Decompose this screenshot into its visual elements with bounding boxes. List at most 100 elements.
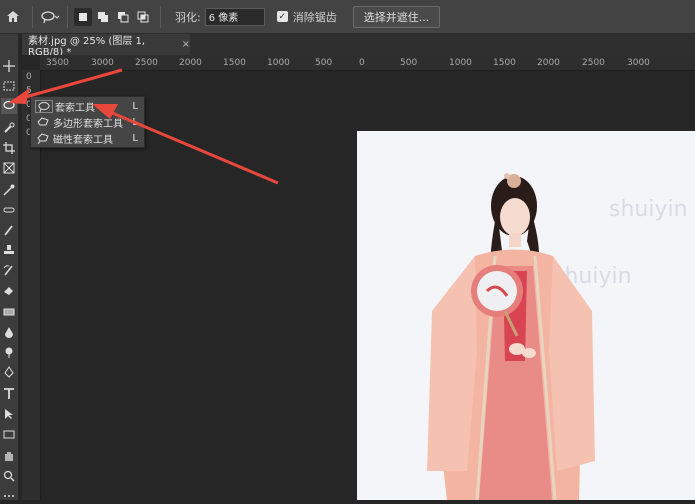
eyedropper-icon bbox=[3, 184, 15, 196]
ruler-label: 2500 bbox=[135, 58, 158, 68]
ruler-label: 500 bbox=[400, 58, 418, 68]
woman-in-hanfu-photo bbox=[427, 173, 595, 500]
blur-tool[interactable] bbox=[1, 324, 17, 340]
ruler-label: 2000 bbox=[179, 58, 202, 68]
feather-label: 羽化: bbox=[175, 10, 201, 24]
shortcut-label: L bbox=[132, 132, 138, 144]
rectangle-tool[interactable] bbox=[1, 426, 17, 442]
ruler-label: 5 bbox=[26, 86, 32, 96]
frame-tool[interactable] bbox=[1, 160, 17, 176]
horizontal-ruler: 3500 3000 2500 2000 1500 1000 500 0 500 … bbox=[40, 55, 695, 71]
flyout-item-lasso[interactable]: 套索工具 L bbox=[31, 98, 144, 114]
crop-icon bbox=[3, 142, 15, 154]
brush-select-icon bbox=[4, 122, 15, 133]
subtract-selection-icon bbox=[118, 11, 129, 22]
ruler-label: 1000 bbox=[267, 58, 290, 68]
hand-icon bbox=[5, 452, 13, 461]
add-selection-icon bbox=[98, 11, 108, 22]
lasso-icon bbox=[41, 10, 60, 23]
move-tool[interactable] bbox=[1, 58, 17, 74]
flyout-item-label: 套索工具 bbox=[55, 102, 95, 114]
new-selection-icon bbox=[79, 12, 87, 21]
ruler-label: 3500 bbox=[46, 58, 69, 68]
type-icon bbox=[4, 388, 14, 399]
tool-preset-picker[interactable] bbox=[39, 6, 61, 28]
lasso-tool[interactable] bbox=[1, 98, 17, 114]
pen-icon bbox=[4, 366, 14, 378]
add-to-selection-button[interactable] bbox=[94, 8, 112, 26]
ruler-label: 3000 bbox=[91, 58, 114, 68]
options-bar: 羽化: 6 像素 ✓ 消除锯齿 选择并遮住... bbox=[0, 0, 695, 34]
intersect-selection-button[interactable] bbox=[134, 8, 152, 26]
document-tab-bar: 素材.jpg @ 25% (图层 1, RGB/8) * × bbox=[22, 34, 695, 58]
document-tab-title: 素材.jpg @ 25% (图层 1, RGB/8) * bbox=[28, 35, 146, 58]
tools-panel bbox=[0, 34, 19, 500]
gradient-icon bbox=[3, 308, 15, 316]
ruler-label: 0 bbox=[359, 58, 365, 68]
brush-tool[interactable] bbox=[1, 222, 17, 238]
ruler-label: 2000 bbox=[537, 58, 560, 68]
shortcut-label: L bbox=[132, 100, 138, 112]
antialias-checkbox[interactable]: ✓ bbox=[276, 11, 288, 22]
hand-tool[interactable] bbox=[1, 448, 17, 464]
arrow-select-icon bbox=[5, 409, 13, 419]
ruler-label: 1500 bbox=[223, 58, 246, 68]
magnetic-lasso-icon bbox=[35, 132, 51, 144]
history-brush-icon bbox=[3, 265, 13, 276]
select-and-mask-button[interactable]: 选择并遮住... bbox=[352, 5, 441, 28]
move-icon bbox=[3, 60, 15, 72]
healing-brush-tool[interactable] bbox=[1, 202, 17, 218]
new-selection-button[interactable] bbox=[74, 7, 92, 26]
bandage-icon bbox=[3, 207, 15, 213]
zoom-icon bbox=[3, 470, 15, 482]
crop-tool[interactable] bbox=[1, 140, 17, 156]
drop-icon bbox=[5, 327, 13, 338]
zoom-tool[interactable] bbox=[1, 468, 17, 484]
ruler-label: 1000 bbox=[449, 58, 472, 68]
quick-selection-tool[interactable] bbox=[1, 120, 17, 136]
gradient-tool[interactable] bbox=[1, 304, 17, 320]
ruler-label: 2500 bbox=[582, 58, 605, 68]
shortcut-label: L bbox=[132, 116, 138, 128]
ruler-label: 3000 bbox=[627, 58, 650, 68]
marquee-icon bbox=[3, 81, 15, 91]
dodge-tool[interactable] bbox=[1, 344, 17, 360]
canvas-image[interactable]: shuiyin shuiyin bbox=[357, 131, 695, 500]
close-icon[interactable]: × bbox=[182, 39, 190, 50]
frame-icon bbox=[3, 162, 15, 174]
divider bbox=[32, 5, 33, 28]
rectangle-icon bbox=[3, 430, 15, 439]
ruler-label: 0 bbox=[26, 72, 32, 82]
path-selection-tool[interactable] bbox=[1, 406, 17, 422]
lasso-tools-flyout: 套索工具 L 多边形套索工具 L 磁性套索工具 L bbox=[30, 96, 145, 148]
home-button[interactable] bbox=[0, 0, 26, 33]
home-icon bbox=[7, 11, 19, 22]
pen-tool[interactable] bbox=[1, 364, 17, 380]
clone-stamp-tool[interactable] bbox=[1, 242, 17, 258]
history-brush-tool[interactable] bbox=[1, 262, 17, 278]
feather-input[interactable]: 6 像素 bbox=[204, 7, 265, 26]
document-tab[interactable]: 素材.jpg @ 25% (图层 1, RGB/8) * × bbox=[22, 34, 190, 58]
divider bbox=[160, 5, 161, 28]
antialias-label: 消除锯齿 bbox=[292, 10, 337, 24]
lasso-icon bbox=[3, 100, 15, 110]
flyout-item-magnetic-lasso[interactable]: 磁性套索工具 L bbox=[31, 130, 144, 146]
more-tools-button[interactable] bbox=[1, 488, 17, 504]
brush-icon bbox=[4, 225, 13, 236]
subtract-from-selection-button[interactable] bbox=[114, 8, 132, 26]
marquee-tool[interactable] bbox=[1, 78, 17, 94]
eraser-tool[interactable] bbox=[1, 282, 17, 298]
stamp-icon bbox=[4, 245, 14, 254]
ruler-label: 1500 bbox=[493, 58, 516, 68]
divider bbox=[67, 5, 68, 28]
dodge-icon bbox=[5, 347, 13, 358]
ellipsis-icon bbox=[4, 495, 14, 497]
polygonal-lasso-icon bbox=[35, 116, 51, 128]
flyout-item-polygonal-lasso[interactable]: 多边形套索工具 L bbox=[31, 114, 144, 130]
flyout-item-label: 磁性套索工具 bbox=[53, 134, 113, 146]
type-tool[interactable] bbox=[1, 386, 17, 402]
flyout-item-label: 多边形套索工具 bbox=[53, 118, 123, 130]
intersect-selection-icon bbox=[137, 11, 149, 22]
ruler-label: 500 bbox=[315, 58, 333, 68]
eyedropper-tool[interactable] bbox=[1, 182, 17, 198]
